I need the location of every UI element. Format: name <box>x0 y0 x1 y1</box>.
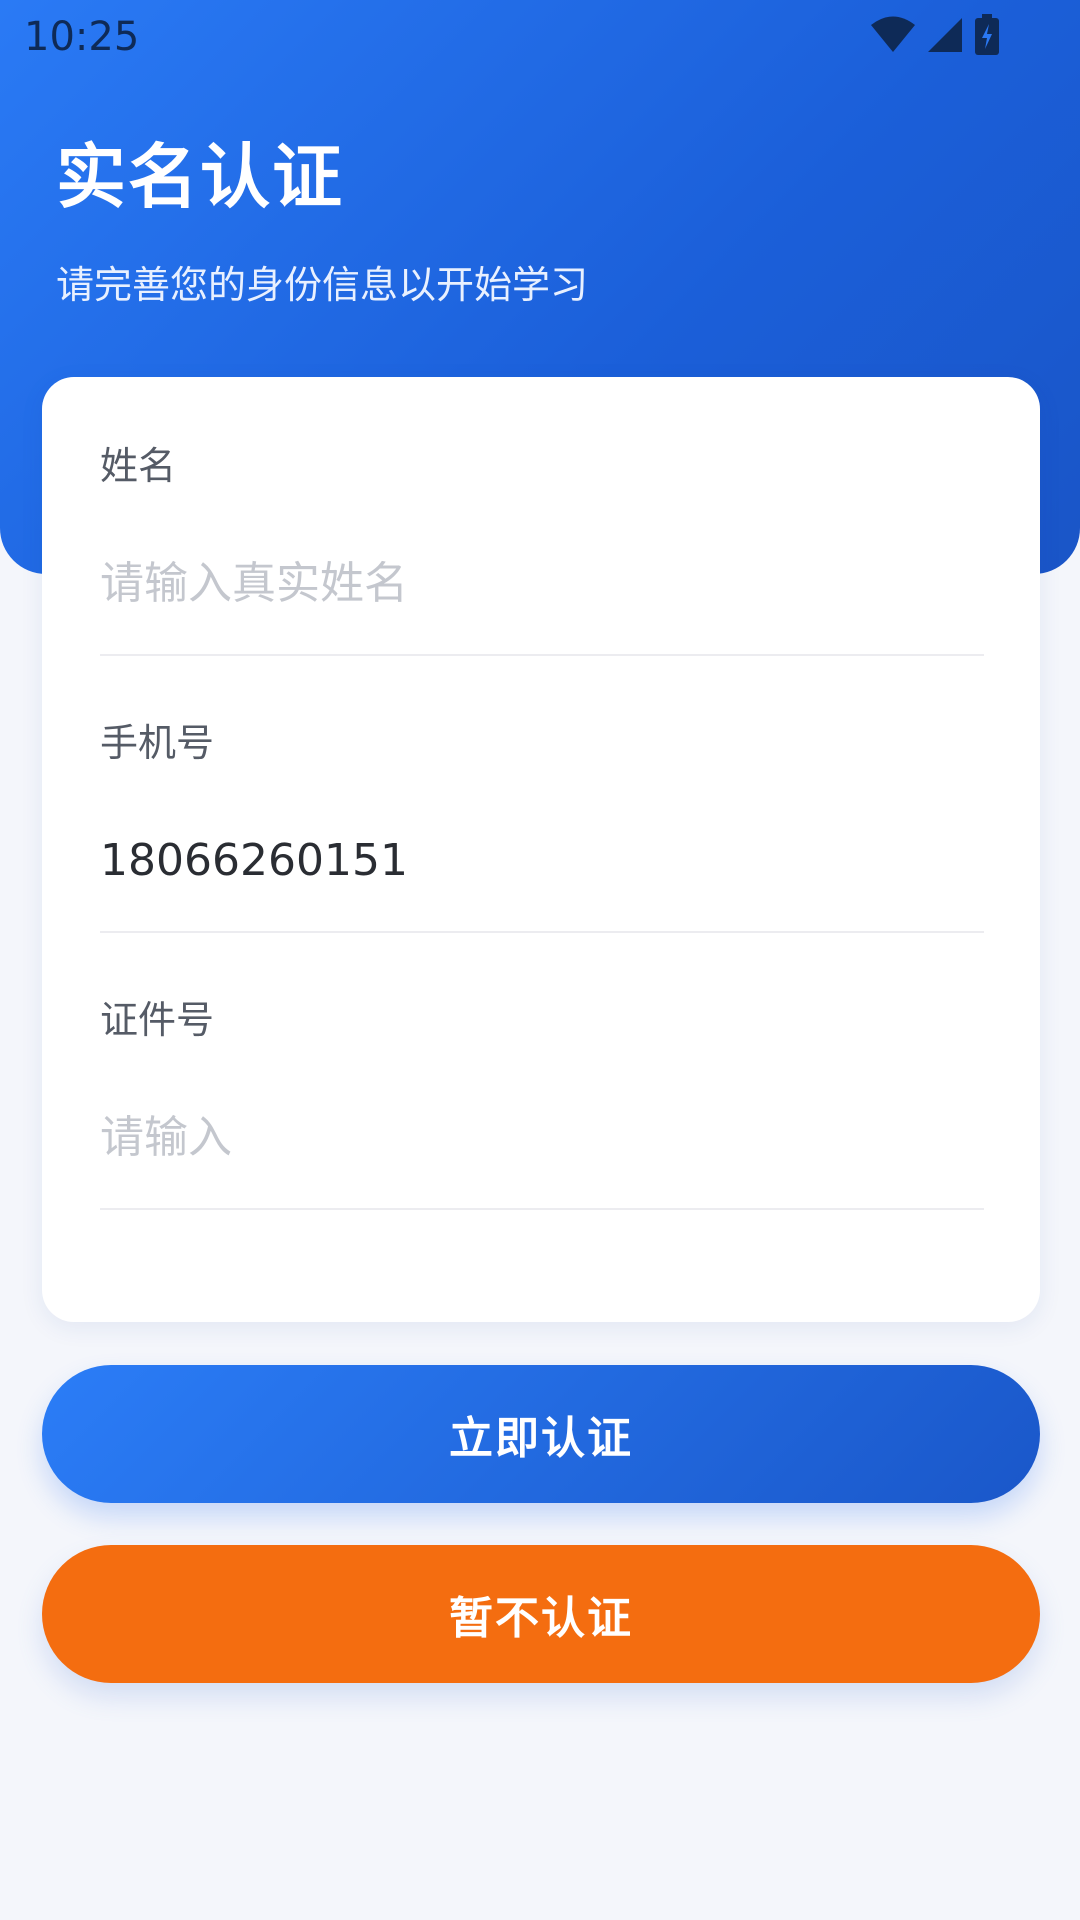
skip-verification-button[interactable]: 暂不认证 <box>42 1545 1040 1683</box>
id-number-label: 证件号 <box>100 998 215 1042</box>
phone-input[interactable] <box>100 824 984 896</box>
phone-field: 手机号 <box>100 654 984 933</box>
status-bar: 10:25 <box>0 0 1080 76</box>
name-field: 姓名 <box>100 377 984 656</box>
name-input[interactable] <box>100 547 984 619</box>
realname-verification-screen: 10:25 实名认证 请完善您的身份信息以开始学习 姓名 请输入真实姓名 手机号… <box>0 0 1080 1920</box>
cellular-signal-icon <box>926 16 964 54</box>
status-time: 10:25 <box>24 14 140 60</box>
phone-label: 手机号 <box>100 721 215 765</box>
id-number-field: 证件号 <box>100 931 984 1210</box>
name-label: 姓名 <box>100 444 177 488</box>
wifi-icon <box>870 16 916 54</box>
id-number-input[interactable] <box>100 1101 984 1173</box>
page-subtitle: 请完善您的身份信息以开始学习 <box>56 263 589 307</box>
verification-form-card: 姓名 手机号 证件号 <box>42 377 1040 1322</box>
status-icons <box>870 14 1000 56</box>
page-title: 实名认证 <box>56 136 344 218</box>
verify-now-button[interactable]: 立即认证 <box>42 1365 1040 1503</box>
battery-charging-icon <box>974 14 1000 56</box>
